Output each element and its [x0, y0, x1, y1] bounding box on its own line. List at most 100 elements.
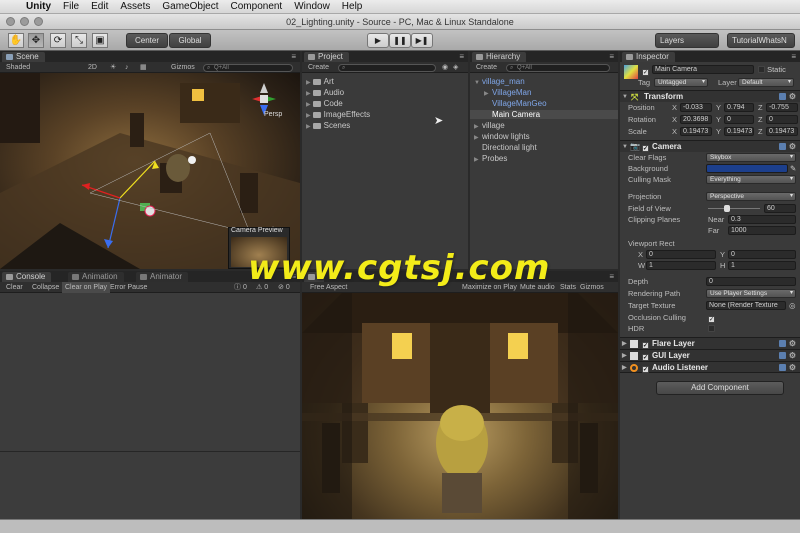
viewport-w-field[interactable]: 1: [646, 261, 716, 270]
audio-listener-component-header[interactable]: ▶ ✓ Audio Listener ⚙: [620, 361, 800, 373]
scene-orientation-gizmo[interactable]: Persp: [246, 77, 282, 119]
audio-listener-enabled-toggle[interactable]: ✓: [642, 362, 649, 374]
rendering-path-dropdown[interactable]: Use Player Settings: [706, 289, 796, 298]
tab-animator[interactable]: Animator: [136, 272, 189, 282]
filter-by-label-icon[interactable]: ◈: [453, 62, 458, 73]
hierarchy-item[interactable]: Main Camera: [470, 110, 618, 119]
project-folder-audio[interactable]: ▶ Audio: [306, 88, 344, 97]
help-book-icon[interactable]: [779, 352, 786, 359]
transform-component-header[interactable]: ▼ ⤧ Transform ⚙: [620, 90, 800, 102]
shading-mode-dropdown[interactable]: Shaded: [6, 62, 30, 73]
scale-y-field[interactable]: 0.19473: [724, 127, 754, 136]
menu-component[interactable]: Component: [225, 0, 289, 14]
project-create-dropdown[interactable]: Create: [308, 62, 329, 73]
tab-scene[interactable]: Scene: [2, 52, 45, 62]
step-button[interactable]: ▶❚: [411, 33, 433, 48]
pause-button[interactable]: ❚❚: [389, 33, 411, 48]
scene-tab-menu-icon[interactable]: ≡: [291, 52, 296, 61]
game-tab-menu-icon[interactable]: ≡: [609, 272, 614, 281]
gameobject-name-field[interactable]: Main Camera: [652, 65, 754, 74]
move-tool-icon[interactable]: ✥: [28, 33, 44, 48]
eyedropper-icon[interactable]: ✎: [790, 163, 796, 174]
rotation-z-field[interactable]: 0: [766, 115, 798, 124]
scene-lighting-icon[interactable]: ☀: [110, 62, 116, 73]
rotation-y-field[interactable]: 0: [724, 115, 754, 124]
background-color-swatch[interactable]: [706, 164, 788, 173]
hierarchy-item[interactable]: VillageManGeo: [470, 99, 618, 108]
position-x-field[interactable]: -0.033: [680, 103, 712, 112]
culling-mask-dropdown[interactable]: Everything: [706, 175, 796, 184]
console-clear-on-play-toggle[interactable]: Clear on Play: [62, 282, 111, 293]
viewport-y-field[interactable]: 0: [728, 250, 796, 259]
near-field[interactable]: 0.3: [728, 215, 796, 224]
hierarchy-create-dropdown[interactable]: Create: [476, 62, 497, 73]
hierarchy-tab-menu-icon[interactable]: ≡: [609, 52, 614, 61]
tag-dropdown[interactable]: Untagged: [654, 78, 708, 87]
expand-arrow-icon[interactable]: ▶: [474, 134, 482, 141]
help-book-icon[interactable]: [779, 340, 786, 347]
gui-layer-component-header[interactable]: ▶ ✓ GUI Layer ⚙: [620, 349, 800, 361]
layout-dropdown[interactable]: TutorialWhatsN: [727, 33, 795, 48]
menu-window[interactable]: Window: [288, 0, 336, 14]
project-search-input[interactable]: ⌕: [338, 64, 436, 72]
gear-icon[interactable]: ⚙: [789, 362, 796, 374]
console-clear-button[interactable]: Clear: [6, 282, 23, 293]
rotation-x-field[interactable]: 20.3698: [680, 115, 712, 124]
rotate-tool-icon[interactable]: ⟳: [50, 33, 66, 48]
fov-slider-track[interactable]: [708, 208, 760, 209]
expand-arrow-icon[interactable]: ▶: [474, 123, 482, 130]
mode-2d-toggle[interactable]: 2D: [88, 62, 97, 73]
help-book-icon[interactable]: [779, 143, 786, 150]
tab-animation[interactable]: Animation: [68, 272, 124, 282]
far-field[interactable]: 1000: [728, 226, 796, 235]
occlusion-culling-checkbox[interactable]: ✓: [708, 312, 715, 323]
hierarchy-item[interactable]: ▶ window lights: [470, 132, 618, 141]
help-book-icon[interactable]: [779, 93, 786, 100]
scene-viewport[interactable]: Persp Camera Preview: [0, 73, 300, 269]
fov-slider-handle[interactable]: [724, 205, 730, 212]
position-z-field[interactable]: -0.755: [766, 103, 798, 112]
fov-field[interactable]: 60: [764, 204, 796, 213]
game-gizmos-dropdown[interactable]: Gizmos: [580, 282, 604, 293]
console-collapse-button[interactable]: Collapse: [32, 282, 59, 293]
static-toggle[interactable]: Static: [758, 65, 786, 74]
pivot-mode-button[interactable]: Center: [126, 33, 168, 48]
clear-flags-dropdown[interactable]: Skybox: [706, 153, 796, 162]
project-folder-imageeffects[interactable]: ▶ ImageEffects: [306, 110, 370, 119]
help-book-icon[interactable]: [779, 364, 786, 371]
hierarchy-item[interactable]: Directional light: [470, 143, 618, 152]
scene-effects-icon[interactable]: ▦: [140, 62, 147, 73]
hierarchy-item[interactable]: ▶ VillageMan: [470, 88, 618, 97]
hierarchy-item[interactable]: ▶ village: [470, 121, 618, 130]
project-folder-scenes[interactable]: ▶ Scenes: [306, 121, 350, 130]
tab-inspector[interactable]: Inspector: [622, 52, 675, 62]
tab-hierarchy[interactable]: Hierarchy: [472, 52, 527, 62]
gizmos-dropdown[interactable]: Gizmos: [171, 62, 195, 73]
play-button[interactable]: ▶: [367, 33, 389, 48]
console-log-count[interactable]: ⓘ 0: [234, 282, 247, 293]
menu-app-unity[interactable]: Unity: [20, 0, 57, 14]
filter-by-type-icon[interactable]: ◉: [442, 62, 448, 73]
layers-dropdown[interactable]: Layers: [655, 33, 719, 48]
hand-tool-icon[interactable]: ✋: [8, 33, 24, 48]
target-texture-field[interactable]: None (Render Texture: [706, 301, 786, 310]
game-viewport[interactable]: [302, 293, 618, 519]
scale-x-field[interactable]: 0.19473: [680, 127, 712, 136]
scale-tool-icon[interactable]: ⤡: [71, 33, 87, 48]
pivot-space-button[interactable]: Global: [169, 33, 211, 48]
gameobject-active-toggle[interactable]: ✓: [642, 66, 649, 76]
menu-assets[interactable]: Assets: [114, 0, 156, 14]
position-y-field[interactable]: 0.794: [724, 103, 754, 112]
tab-console[interactable]: Console: [2, 272, 52, 282]
hierarchy-item[interactable]: ▼ village_man: [470, 77, 618, 86]
expand-arrow-icon[interactable]: ▶: [474, 156, 482, 163]
menu-gameobject[interactable]: GameObject: [156, 0, 224, 14]
projection-dropdown[interactable]: Perspective: [706, 192, 796, 201]
scale-z-field[interactable]: 0.19473: [766, 127, 798, 136]
flare-layer-component-header[interactable]: ▶ ✓ Flare Layer ⚙: [620, 337, 800, 349]
scene-search-input[interactable]: ⌕ Q+All: [203, 64, 293, 72]
viewport-x-field[interactable]: 0: [646, 250, 716, 259]
menu-edit[interactable]: Edit: [85, 0, 114, 14]
inspector-tab-menu-icon[interactable]: ≡: [791, 52, 796, 61]
stats-toggle[interactable]: Stats: [560, 282, 576, 293]
